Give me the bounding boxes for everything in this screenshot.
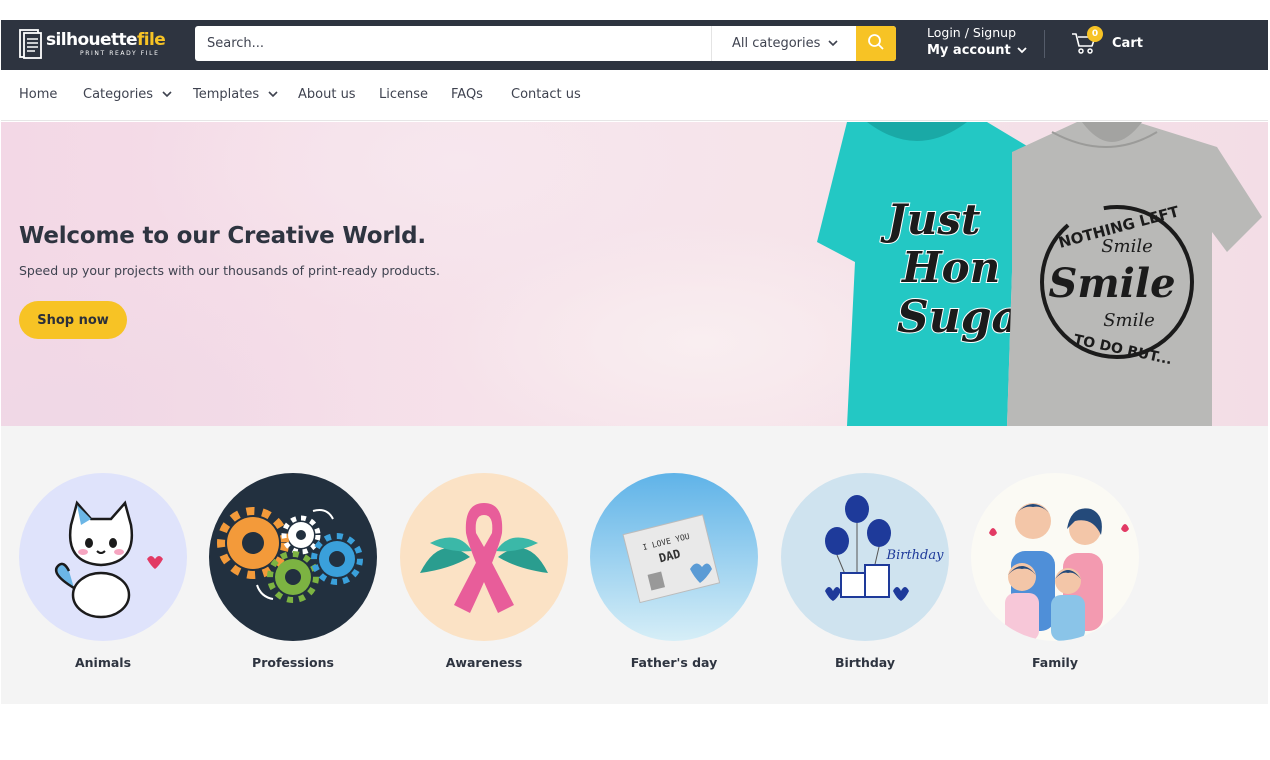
account-menu[interactable]: Login / Signup My account — [927, 25, 1027, 62]
svg-text:Smile: Smile — [1103, 310, 1155, 331]
gears-icon — [209, 473, 377, 641]
category-professions[interactable]: Professions — [209, 473, 377, 670]
category-label: Professions — [252, 655, 334, 670]
svg-text:Just: Just — [880, 195, 980, 244]
document-icon — [19, 28, 43, 60]
category-fathers-day[interactable]: I LOVE YOU DAD Father's day — [590, 473, 758, 670]
category-awareness[interactable]: Awareness — [400, 473, 568, 670]
category-label: Awareness — [445, 655, 523, 670]
cart-label: Cart — [1112, 35, 1143, 51]
logo-tagline: PRINT READY FILE — [80, 49, 160, 57]
cart-button[interactable]: 0 Cart — [1071, 26, 1143, 55]
top-header: silhouettefile PRINT READY FILE All cate… — [1, 20, 1268, 70]
category-label: Father's day — [630, 655, 718, 670]
svg-text:Smile: Smile — [1048, 260, 1175, 307]
nav-item-license[interactable]: License — [379, 87, 428, 102]
shop-now-button[interactable]: Shop now — [19, 301, 127, 339]
nav-item-categories[interactable]: Categories — [83, 87, 172, 102]
category-label: Family — [1032, 655, 1078, 670]
cart-icon: 0 — [1071, 26, 1103, 55]
header-divider — [1044, 30, 1045, 58]
search-input[interactable] — [195, 26, 711, 61]
hero-subtitle: Speed up your projects with our thousand… — [19, 263, 441, 278]
hero-title: Welcome to our Creative World. — [19, 223, 426, 249]
main-nav: Home Categories Templates About us Licen… — [1, 70, 1268, 121]
category-label: Birthday — [835, 655, 895, 670]
svg-text:Smile: Smile — [1101, 236, 1153, 257]
category-animals[interactable]: Animals — [19, 473, 187, 670]
nav-item-faqs[interactable]: FAQs — [451, 87, 483, 102]
category-select[interactable]: All categories — [711, 26, 856, 61]
categories-section: Animals Professions Awareness I LOVE YOU… — [1, 426, 1268, 704]
svg-text:Hon: Hon — [901, 243, 1000, 292]
cart-count-badge: 0 — [1087, 26, 1103, 42]
tshirts-image: Just Hon Suga NOTHING LEFT Smile Smile S… — [807, 122, 1268, 426]
nav-item-contact[interactable]: Contact us — [511, 87, 581, 102]
my-account-label: My account — [927, 43, 1011, 58]
chevron-down-icon — [828, 36, 838, 51]
chevron-down-icon — [162, 87, 172, 102]
svg-text:Suga: Suga — [897, 292, 1020, 343]
chevron-down-icon — [1017, 40, 1027, 62]
search-button[interactable] — [856, 26, 896, 61]
cat-icon — [19, 473, 187, 641]
nav-item-home[interactable]: Home — [19, 87, 57, 102]
logo-wordmark: silhouettefile — [46, 29, 166, 50]
category-family[interactable]: Family — [971, 473, 1139, 670]
nav-item-about[interactable]: About us — [298, 87, 356, 102]
hero-banner: Welcome to our Creative World. Speed up … — [1, 122, 1268, 426]
chevron-down-icon — [268, 87, 278, 102]
balloons-icon: Birthday — [781, 473, 949, 641]
category-birthday[interactable]: Birthday Birthday — [781, 473, 949, 670]
svg-text:Birthday: Birthday — [886, 548, 945, 563]
category-label: Animals — [74, 655, 132, 670]
site-logo[interactable]: silhouettefile PRINT READY FILE — [19, 26, 169, 62]
card-icon: I LOVE YOU DAD — [590, 473, 758, 641]
login-signup-link[interactable]: Login / Signup — [927, 25, 1027, 40]
ribbon-icon — [400, 473, 568, 641]
nav-item-templates[interactable]: Templates — [193, 87, 278, 102]
my-account-dropdown[interactable]: My account — [927, 40, 1027, 62]
category-select-label: All categories — [732, 36, 821, 51]
search-icon — [867, 33, 885, 55]
search-bar: All categories — [195, 26, 896, 61]
family-icon — [971, 473, 1139, 641]
